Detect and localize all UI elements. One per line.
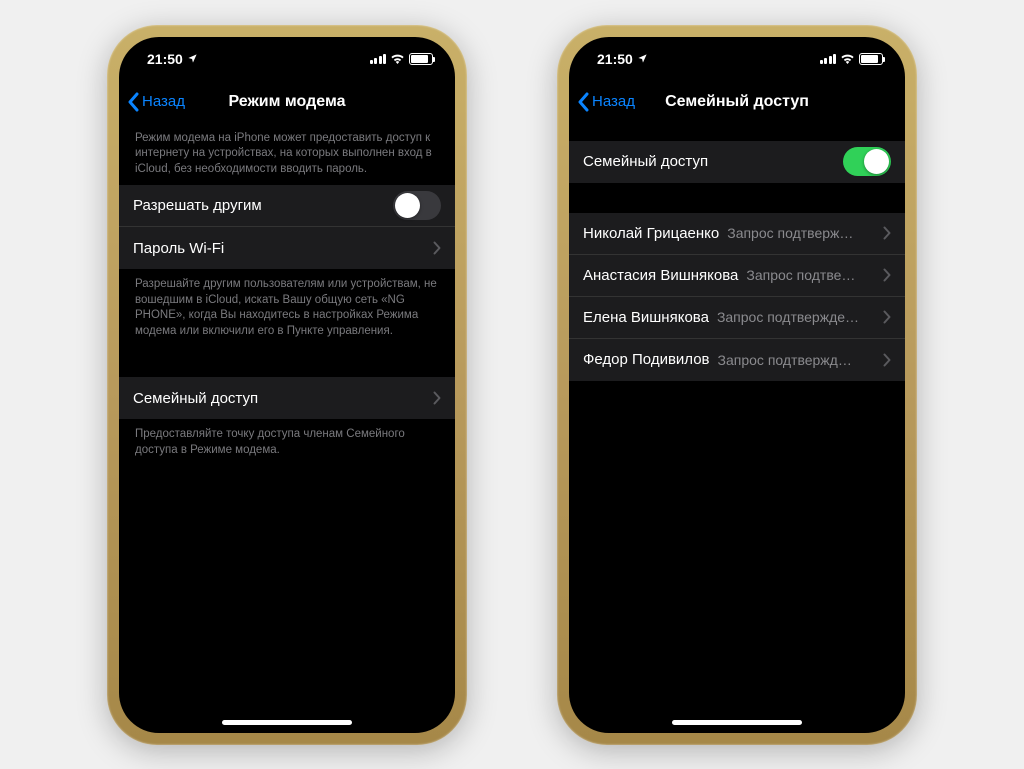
chevron-left-icon: [577, 92, 589, 112]
family-sharing-toggle[interactable]: [843, 147, 891, 176]
home-indicator[interactable]: [672, 720, 802, 725]
section-description: Предоставляйте точку доступа членам Семе…: [119, 419, 455, 466]
section-description: Режим модема на iPhone может предоставит…: [119, 123, 455, 186]
row-label: Семейный доступ: [133, 390, 258, 407]
chevron-left-icon: [127, 92, 139, 112]
chevron-right-icon: [883, 353, 891, 367]
home-indicator[interactable]: [222, 720, 352, 725]
list-item[interactable]: Анастасия Вишнякова Запрос подтве…: [569, 255, 905, 297]
status-time: 21:50: [597, 51, 633, 67]
member-name: Николай Грицаенко: [583, 225, 719, 242]
allow-others-row[interactable]: Разрешать другим: [119, 185, 455, 227]
list-item[interactable]: Елена Вишнякова Запрос подтвержде…: [569, 297, 905, 339]
battery-icon: [409, 53, 433, 65]
family-sharing-row[interactable]: Семейный доступ: [119, 377, 455, 419]
list-item[interactable]: Николай Грицаенко Запрос подтверж…: [569, 213, 905, 255]
family-members-list: Николай Грицаенко Запрос подтверж… Анаст…: [569, 213, 905, 381]
member-status: Запрос подтвержде…: [717, 309, 875, 325]
member-name: Федор Подивилов: [583, 351, 710, 368]
chevron-right-icon: [433, 241, 441, 255]
navigation-bar: Назад Семейный доступ: [569, 81, 905, 123]
notch: [202, 37, 372, 65]
member-status: Запрос подтве…: [746, 267, 875, 283]
member-status: Запрос подтвержд…: [718, 352, 875, 368]
wifi-password-row[interactable]: Пароль Wi-Fi: [119, 227, 455, 269]
row-label: Разрешать другим: [133, 197, 262, 214]
cellular-signal-icon: [370, 53, 387, 64]
location-icon: [187, 53, 198, 64]
notch: [652, 37, 822, 65]
settings-group: Разрешать другим Пароль Wi-Fi: [119, 185, 455, 269]
screen: 21:50 Назад Режим модема Режим модема на…: [119, 37, 455, 733]
wifi-icon: [840, 53, 855, 64]
row-label: Пароль Wi-Fi: [133, 240, 224, 257]
member-name: Анастасия Вишнякова: [583, 267, 738, 284]
chevron-right-icon: [883, 310, 891, 324]
chevron-right-icon: [433, 391, 441, 405]
chevron-right-icon: [883, 226, 891, 240]
back-label: Назад: [592, 93, 635, 110]
list-item[interactable]: Федор Подивилов Запрос подтвержд…: [569, 339, 905, 381]
cellular-signal-icon: [820, 53, 837, 64]
chevron-right-icon: [883, 268, 891, 282]
allow-others-toggle[interactable]: [393, 191, 441, 220]
location-icon: [637, 53, 648, 64]
status-time: 21:50: [147, 51, 183, 67]
phone-mockup-left: 21:50 Назад Режим модема Режим модема на…: [107, 25, 467, 745]
back-label: Назад: [142, 93, 185, 110]
settings-group: Семейный доступ: [119, 377, 455, 419]
navigation-bar: Назад Режим модема: [119, 81, 455, 123]
phone-mockup-right: 21:50 Назад Семейный доступ Семейный дос…: [557, 25, 917, 745]
screen: 21:50 Назад Семейный доступ Семейный дос…: [569, 37, 905, 733]
battery-icon: [859, 53, 883, 65]
member-name: Елена Вишнякова: [583, 309, 709, 326]
back-button[interactable]: Назад: [577, 92, 635, 112]
section-description: Разрешайте другим пользователям или устр…: [119, 269, 455, 347]
family-sharing-toggle-row[interactable]: Семейный доступ: [569, 141, 905, 183]
member-status: Запрос подтверж…: [727, 225, 875, 241]
settings-group: Семейный доступ: [569, 141, 905, 183]
back-button[interactable]: Назад: [127, 92, 185, 112]
wifi-icon: [390, 53, 405, 64]
row-label: Семейный доступ: [583, 153, 708, 170]
